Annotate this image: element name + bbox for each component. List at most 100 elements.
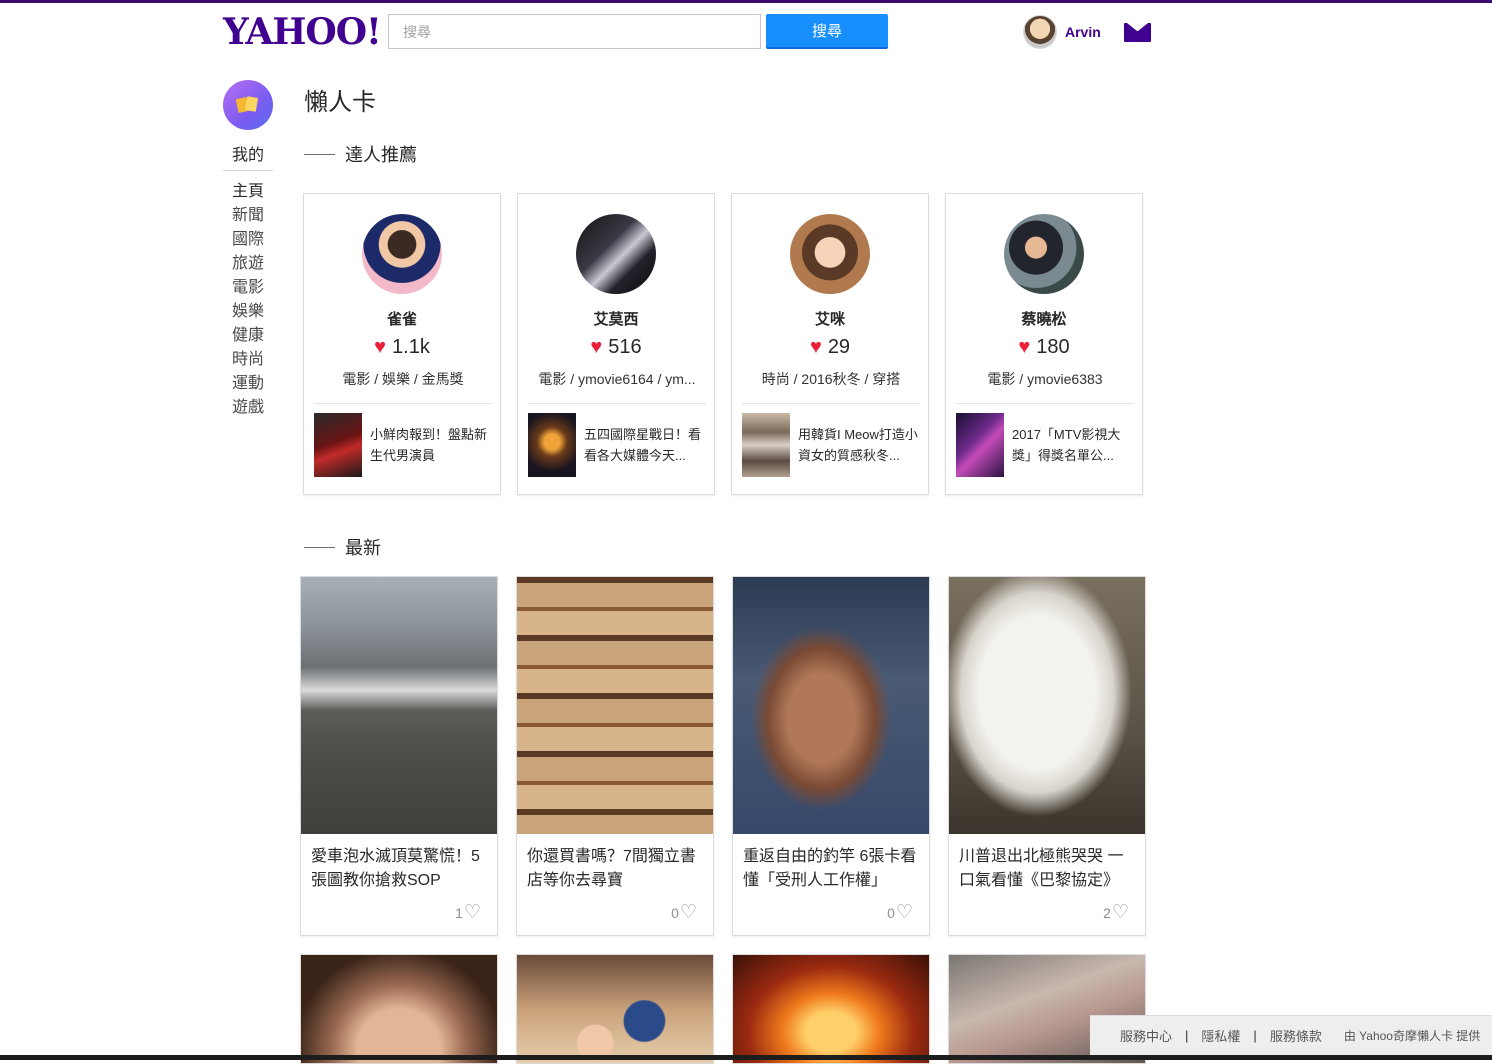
expert-card[interactable]: 蔡曉松 ♥ 180 電影 / ymovie6383 2017「MTV影視大獎」得獎… xyxy=(945,193,1143,495)
post-card[interactable] xyxy=(300,954,498,1064)
expert-recommendations: 雀雀 ♥ 1.1k 電影 / 娛樂 / 金馬獎 小鮮肉報到！盤點新生代男演員 艾莫… xyxy=(303,193,1144,495)
section-header-experts: 達人推薦 xyxy=(304,141,417,167)
expert-likes: ♥ 1.1k xyxy=(304,336,500,359)
search-input[interactable] xyxy=(388,14,761,49)
expert-like-count: 29 xyxy=(827,336,851,358)
post-like-count: 1 xyxy=(455,905,463,921)
card-shape-icon xyxy=(244,96,259,112)
heart-icon: ♥ xyxy=(809,336,822,358)
expert-like-count: 180 xyxy=(1036,336,1070,358)
footer-help-link[interactable]: 服務中心 xyxy=(1120,1026,1172,1045)
sidebar-nav: 主頁 新聞 國際 旅遊 電影 娛樂 健康 時尚 運動 遊戲 xyxy=(232,180,264,420)
post-like[interactable]: 0 ♡ xyxy=(887,903,913,922)
expert-card[interactable]: 艾咪 ♥ 29 時尚 / 2016秋冬 / 穿搭 用韓貨I Meow打造小資女的質… xyxy=(731,193,929,495)
post-image[interactable] xyxy=(517,955,713,1063)
expert-post-title[interactable]: 2017「MTV影視大獎」得獎名單公... xyxy=(1012,424,1138,466)
post-thumbnail[interactable] xyxy=(742,413,790,477)
post-image[interactable] xyxy=(733,955,929,1063)
sidebar-item-fashion[interactable]: 時尚 xyxy=(232,348,264,372)
post-card[interactable] xyxy=(516,954,714,1064)
post-title[interactable]: 川普退出北極熊哭哭 一口氣看懂《巴黎協定》 xyxy=(959,845,1137,893)
user-name[interactable]: Arvin xyxy=(1065,24,1101,40)
sidebar-item-international[interactable]: 國際 xyxy=(232,228,264,252)
post-card[interactable]: 川普退出北極熊哭哭 一口氣看懂《巴黎協定》 2 ♡ xyxy=(948,576,1146,936)
card-divider xyxy=(742,403,920,404)
mail-icon[interactable] xyxy=(1124,23,1151,42)
expert-avatar[interactable] xyxy=(790,214,870,294)
post-like[interactable]: 0 ♡ xyxy=(671,903,697,922)
post-image[interactable] xyxy=(301,955,497,1063)
footer-separator: | xyxy=(1185,1028,1189,1043)
post-title[interactable]: 愛車泡水滅頂莫驚慌！5張圖教你搶救SOP xyxy=(311,845,489,893)
sidebar-item-travel[interactable]: 旅遊 xyxy=(232,252,264,276)
expert-tags: 電影 / ymovie6164 / ym... xyxy=(538,371,696,387)
user-avatar[interactable] xyxy=(1023,15,1057,49)
expert-avatar[interactable] xyxy=(576,214,656,294)
section-dash xyxy=(304,153,335,155)
expert-avatar[interactable] xyxy=(362,214,442,294)
post-image[interactable] xyxy=(949,577,1145,834)
post-like-count: 0 xyxy=(671,905,679,921)
post-like-count: 0 xyxy=(887,905,895,921)
expert-name[interactable]: 雀雀 xyxy=(304,308,500,329)
footer-separator: | xyxy=(1253,1028,1257,1043)
post-title[interactable]: 重返自由的釣竿 6張卡看懂「受刑人工作權」 xyxy=(743,845,921,893)
section-dash xyxy=(304,546,335,548)
footer-privacy-link[interactable]: 隱私權 xyxy=(1201,1026,1240,1045)
sidebar-item-entertainment[interactable]: 娛樂 xyxy=(232,300,264,324)
expert-name[interactable]: 艾咪 xyxy=(732,308,928,329)
sidebar-item-news[interactable]: 新聞 xyxy=(232,204,264,228)
expert-likes: ♥ 180 xyxy=(946,336,1142,359)
section-header-latest: 最新 xyxy=(304,534,381,560)
post-image[interactable] xyxy=(517,577,713,834)
post-thumbnail[interactable] xyxy=(956,413,1004,477)
expert-like-count: 1.1k xyxy=(392,336,430,358)
post-card[interactable] xyxy=(732,954,930,1064)
section-title: 最新 xyxy=(345,538,381,558)
expert-tags: 電影 / 娛樂 / 金馬獎 xyxy=(342,371,464,387)
expert-card[interactable]: 雀雀 ♥ 1.1k 電影 / 娛樂 / 金馬獎 小鮮肉報到！盤點新生代男演員 xyxy=(303,193,501,495)
lazy-card-logo-icon[interactable] xyxy=(223,80,273,130)
footer-terms-link[interactable]: 服務條款 xyxy=(1270,1026,1322,1045)
heart-icon: ♥ xyxy=(374,336,387,358)
footer-provided-by: 由 Yahoo奇摩懶人卡 提供 xyxy=(1343,1029,1481,1043)
post-like[interactable]: 2 ♡ xyxy=(1103,903,1129,922)
top-accent-bar xyxy=(0,0,1492,3)
sidebar-item-movie[interactable]: 電影 xyxy=(232,276,264,300)
post-thumbnail[interactable] xyxy=(528,413,576,477)
post-image[interactable] xyxy=(733,577,929,834)
expert-avatar[interactable] xyxy=(1004,214,1084,294)
sidebar-item-games[interactable]: 遊戲 xyxy=(232,396,264,420)
sidebar-item-sports[interactable]: 運動 xyxy=(232,372,264,396)
heart-outline-icon[interactable]: ♡ xyxy=(1112,903,1129,922)
expert-post-title[interactable]: 小鮮肉報到！盤點新生代男演員 xyxy=(370,424,496,466)
expert-tags: 電影 / ymovie6383 xyxy=(987,371,1103,387)
heart-outline-icon[interactable]: ♡ xyxy=(464,903,481,922)
post-like-count: 2 xyxy=(1103,905,1111,921)
heart-outline-icon[interactable]: ♡ xyxy=(896,903,913,922)
section-title: 達人推薦 xyxy=(345,145,417,165)
card-divider xyxy=(956,403,1134,404)
sidebar-item-home[interactable]: 主頁 xyxy=(232,180,264,204)
expert-like-count: 516 xyxy=(608,336,642,358)
bottom-edge-bar xyxy=(0,1055,1492,1060)
post-thumbnail[interactable] xyxy=(314,413,362,477)
search-button[interactable]: 搜尋 xyxy=(766,14,888,49)
post-card[interactable]: 你還買書嗎？7間獨立書店等你去尋寶 0 ♡ xyxy=(516,576,714,936)
expert-name[interactable]: 蔡曉松 xyxy=(946,308,1142,329)
yahoo-logo[interactable]: YAHOO! xyxy=(223,12,382,52)
sidebar-item-health[interactable]: 健康 xyxy=(232,324,264,348)
expert-post-title[interactable]: 五四國際星戰日！看看各大媒體今天... xyxy=(584,424,710,466)
expert-tags: 時尚 / 2016秋冬 / 穿搭 xyxy=(761,371,901,387)
post-card[interactable]: 重返自由的釣竿 6張卡看懂「受刑人工作權」 0 ♡ xyxy=(732,576,930,936)
expert-post-title[interactable]: 用韓貨I Meow打造小資女的質感秋冬... xyxy=(798,424,924,466)
sidebar-mine-link[interactable]: 我的 xyxy=(232,141,264,165)
post-title[interactable]: 你還買書嗎？7間獨立書店等你去尋寶 xyxy=(527,845,705,893)
card-divider xyxy=(314,403,492,404)
expert-card[interactable]: 艾莫西 ♥ 516 電影 / ymovie6164 / ym... 五四國際星戰日… xyxy=(517,193,715,495)
post-like[interactable]: 1 ♡ xyxy=(455,903,481,922)
post-image[interactable] xyxy=(301,577,497,834)
expert-name[interactable]: 艾莫西 xyxy=(518,308,714,329)
post-card[interactable]: 愛車泡水滅頂莫驚慌！5張圖教你搶救SOP 1 ♡ xyxy=(300,576,498,936)
heart-outline-icon[interactable]: ♡ xyxy=(680,903,697,922)
